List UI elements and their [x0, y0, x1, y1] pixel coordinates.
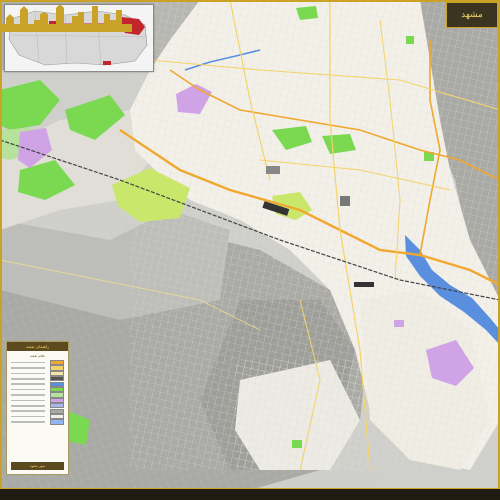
legend-item-label [11, 388, 45, 391]
locator-city-2 [103, 61, 111, 65]
legend-swatch-water [50, 419, 64, 425]
skyline-silhouette [0, 4, 132, 32]
institutional-small [394, 320, 404, 327]
legend-footer: شهر مشهد [11, 462, 64, 470]
city-map[interactable]: مشهد راهنمای نقشه علائم نقشه شهر مشهد [0, 0, 500, 500]
legend-item-label [11, 399, 45, 402]
legend-item-label [11, 415, 45, 418]
legend-item-label [11, 372, 45, 375]
green-park-small-3 [292, 440, 302, 448]
bottom-decorative-bar [0, 488, 500, 500]
landmark-dark-2 [266, 166, 280, 174]
legend-item-water [7, 419, 68, 425]
green-park-small-1 [406, 36, 414, 44]
legend-item-label [11, 394, 45, 396]
legend-item-label [11, 410, 45, 412]
legend-item-label [11, 367, 45, 369]
south-streets [235, 360, 360, 470]
map-legend: راهنمای نقشه علائم نقشه شهر مشهد [6, 341, 69, 475]
legend-item-label [11, 361, 45, 364]
legend-item-label [11, 383, 45, 386]
legend-title: راهنمای نقشه [7, 342, 68, 351]
legend-item-label [11, 405, 45, 407]
station-marker-2 [354, 282, 374, 287]
city-skyline-graphic [0, 4, 132, 32]
legend-item-label [11, 421, 45, 423]
landmark-dark-1 [340, 196, 350, 206]
legend-items [7, 360, 68, 425]
legend-subtitle: علائم نقشه [30, 354, 45, 358]
publisher-logo: مشهد [446, 2, 498, 28]
legend-item-label [11, 378, 45, 380]
map-canvas[interactable] [0, 0, 500, 500]
